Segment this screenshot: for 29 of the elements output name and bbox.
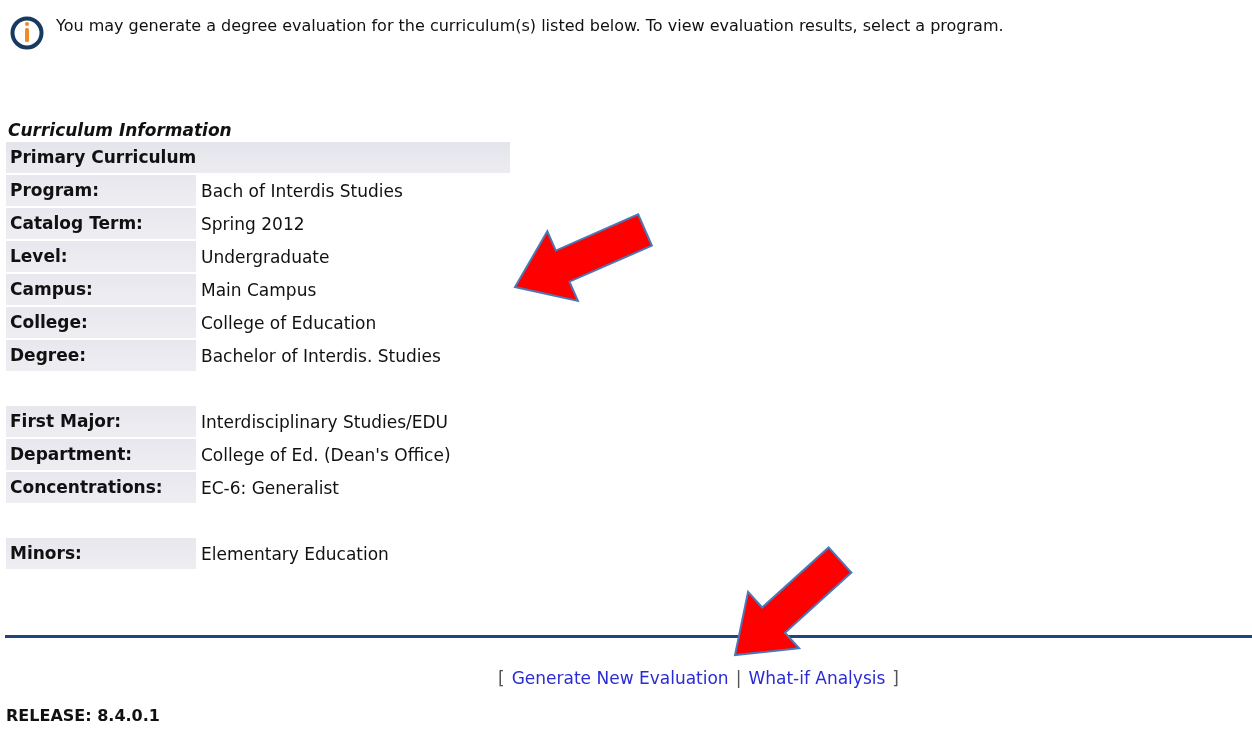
bracket-text: ] — [892, 668, 899, 688]
field-value: EC-6: Generalist — [200, 477, 339, 498]
field-label: Program: — [6, 175, 196, 206]
table-header: Primary Curriculum — [6, 142, 510, 173]
field-value: Bachelor of Interdis. Studies — [200, 345, 441, 366]
field-label: Level: — [6, 241, 196, 272]
link-separator: | — [735, 668, 742, 688]
field-label: Degree: — [6, 340, 196, 371]
bracket-text: [ — [498, 668, 505, 688]
field-value: Elementary Education — [200, 543, 389, 564]
field-value: Spring 2012 — [200, 213, 305, 234]
action-link[interactable]: What-if Analysis — [748, 668, 886, 688]
field-label: First Major: — [6, 406, 196, 437]
field-value: College of Ed. (Dean's Office) — [200, 444, 451, 465]
field-label: Concentrations: — [6, 472, 196, 503]
field-label: Campus: — [6, 274, 196, 305]
field-label: College: — [6, 307, 196, 338]
field-value: Undergraduate — [200, 246, 330, 267]
notice-text: You may generate a degree evaluation for the curriculum(s) listed below. To view evaluation results, select a program. — [56, 16, 1004, 37]
field-label: Department: — [6, 439, 196, 470]
field-label: Catalog Term: — [6, 208, 196, 239]
field-value: Main Campus — [200, 279, 317, 300]
field-value: College of Education — [200, 312, 377, 333]
field-label: Minors: — [6, 538, 196, 569]
release-label: RELEASE: 8.4.0.1 — [6, 706, 161, 725]
field-value: Interdisciplinary Studies/EDU — [200, 411, 448, 432]
action-link[interactable]: Generate New Evaluation — [511, 668, 729, 688]
section-heading: Curriculum Information — [8, 120, 233, 140]
field-value: Bach of Interdis Studies — [200, 180, 403, 201]
